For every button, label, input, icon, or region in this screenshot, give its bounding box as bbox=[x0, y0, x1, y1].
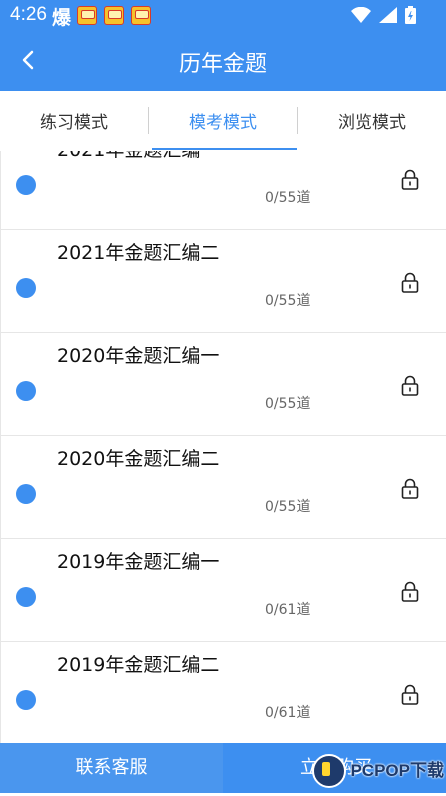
signal-icon bbox=[379, 7, 397, 23]
watermark-logo-icon bbox=[312, 754, 347, 788]
item-title: 2019年金题汇编一 bbox=[57, 551, 220, 573]
item-progress: 0/61道 bbox=[265, 602, 311, 618]
list-item[interactable]: 2020年金题汇编一 0/55道 bbox=[0, 333, 446, 436]
tab-browse-mode[interactable]: 浏览模式 bbox=[298, 91, 446, 151]
lock-icon bbox=[401, 272, 419, 293]
status-dot bbox=[16, 690, 36, 710]
list-item[interactable]: 2021年金题汇编二 0/55道 bbox=[0, 230, 446, 333]
tab-mock-exam-mode[interactable]: 模考模式 bbox=[149, 91, 297, 151]
item-title: 2021年金题汇编二 bbox=[57, 242, 220, 264]
status-time: 4:26 bbox=[10, 4, 47, 25]
page-title: 历年金题 bbox=[178, 52, 267, 77]
list-item[interactable]: 2020年金题汇编二 0/55道 bbox=[0, 436, 446, 539]
lock-icon bbox=[401, 684, 419, 705]
item-title: 2020年金题汇编一 bbox=[57, 345, 220, 367]
item-progress: 0/55道 bbox=[265, 396, 311, 412]
buy-now-button[interactable]: 立即购买 PCPOP下载 bbox=[223, 743, 446, 793]
item-title: 2021年金题汇编一 bbox=[57, 151, 219, 162]
notification-icon bbox=[77, 6, 97, 25]
notification-icon bbox=[131, 6, 151, 25]
contact-service-button[interactable]: 联系客服 bbox=[0, 743, 223, 793]
mode-tabs: 练习模式 模考模式 浏览模式 bbox=[0, 91, 446, 152]
status-bar: 4:26 爆 bbox=[0, 0, 446, 30]
list-item[interactable]: 2021年金题汇编一 0/55道 bbox=[0, 151, 446, 230]
list-item[interactable]: 2019年金题汇编二 0/61道 bbox=[0, 642, 446, 743]
status-dot bbox=[16, 175, 36, 195]
battery-icon bbox=[405, 6, 416, 24]
status-dot bbox=[16, 587, 36, 607]
item-title: 2019年金题汇编二 bbox=[57, 654, 220, 676]
lock-icon bbox=[401, 375, 419, 396]
item-progress: 0/55道 bbox=[265, 190, 311, 206]
list-item[interactable]: 2019年金题汇编一 0/61道 bbox=[0, 539, 446, 642]
wifi-icon bbox=[351, 7, 371, 23]
watermark-text: PCPOP下载 bbox=[350, 761, 444, 780]
item-progress: 0/55道 bbox=[265, 499, 311, 515]
item-title: 2020年金题汇编二 bbox=[57, 448, 220, 470]
active-tab-indicator bbox=[152, 148, 297, 150]
status-dot bbox=[16, 278, 36, 298]
notification-icon bbox=[104, 6, 124, 25]
item-progress: 0/55道 bbox=[265, 293, 311, 309]
watermark: PCPOP下载 bbox=[312, 751, 444, 791]
tab-practice-mode[interactable]: 练习模式 bbox=[0, 91, 148, 151]
lock-icon bbox=[401, 581, 419, 602]
status-extra-glyph: 爆 bbox=[52, 7, 72, 29]
item-progress: 0/61道 bbox=[265, 705, 311, 721]
bottom-action-bar: 联系客服 立即购买 PCPOP下载 bbox=[0, 743, 446, 793]
app-header: 历年金题 bbox=[0, 30, 446, 91]
exam-list: 2021年金题汇编一 0/55道 2021年金题汇编二 0/55道 2020年金… bbox=[0, 151, 446, 743]
system-icons bbox=[351, 6, 416, 24]
lock-icon bbox=[401, 169, 419, 190]
status-dot bbox=[16, 381, 36, 401]
lock-icon bbox=[401, 478, 419, 499]
status-dot bbox=[16, 484, 36, 504]
